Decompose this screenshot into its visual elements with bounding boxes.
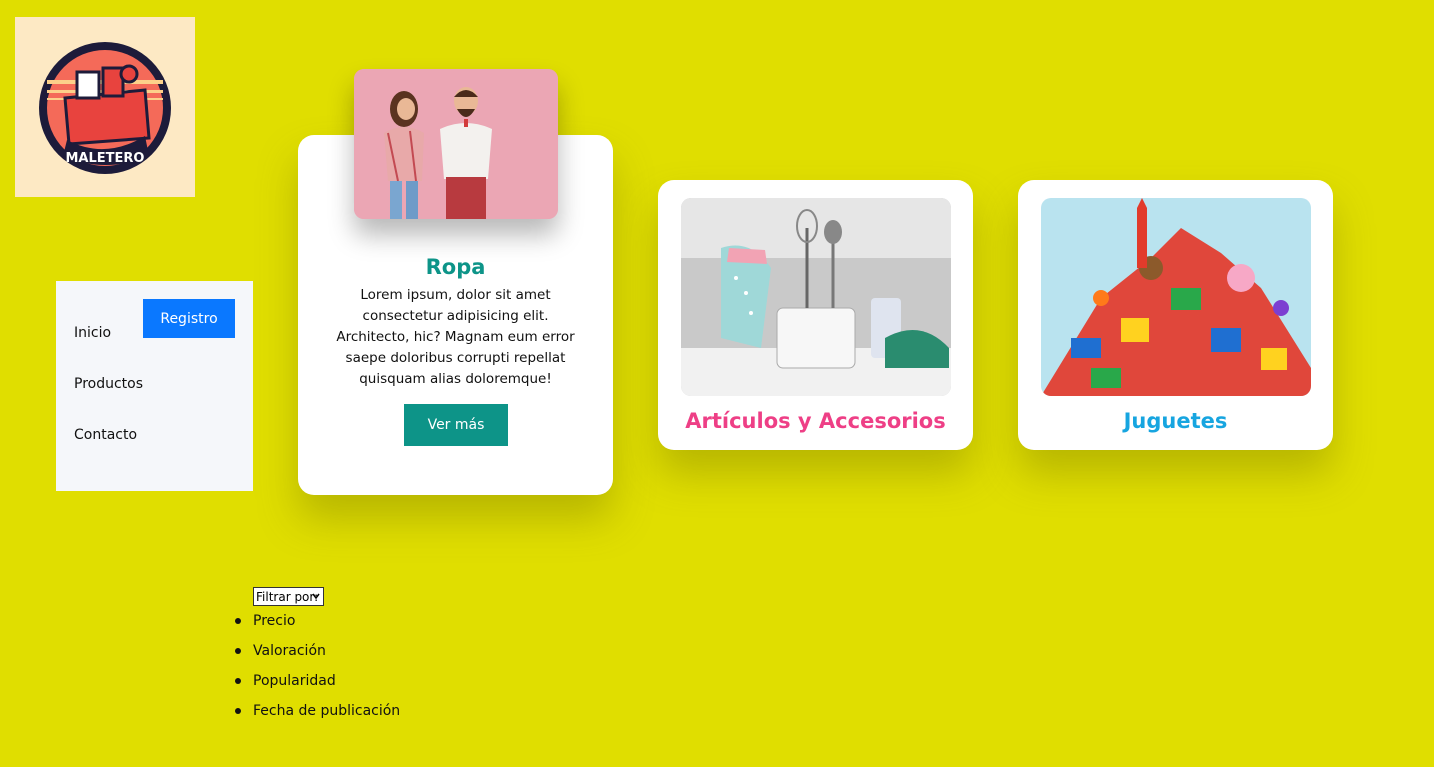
card-title-accesorios: Artículos y Accesorios bbox=[685, 409, 946, 433]
see-more-button[interactable]: Ver más bbox=[404, 404, 508, 446]
nav-link-products[interactable]: Productos bbox=[74, 376, 143, 392]
register-button[interactable]: Registro bbox=[143, 299, 235, 338]
card-juguetes[interactable]: Juguetes bbox=[1018, 180, 1333, 450]
filter-options-list: Precio Valoración Popularidad Fecha de p… bbox=[234, 611, 400, 731]
maletero-logo-icon: MALETERO bbox=[39, 42, 171, 174]
filter-option-fecha[interactable]: Fecha de publicación bbox=[234, 701, 400, 731]
filter-option-precio[interactable]: Precio bbox=[234, 611, 400, 641]
logo[interactable]: MALETERO bbox=[15, 17, 195, 197]
accesorios-photo bbox=[681, 198, 951, 396]
nav-menu: Registro Inicio Productos Contacto bbox=[56, 281, 253, 491]
logo-text: MALETERO bbox=[66, 151, 145, 166]
nav-link-contact[interactable]: Contacto bbox=[74, 427, 137, 443]
filter-option-valoracion[interactable]: Valoración bbox=[234, 641, 400, 671]
card-accesorios[interactable]: Artículos y Accesorios bbox=[658, 180, 973, 450]
juguetes-photo bbox=[1041, 198, 1311, 396]
filter-select[interactable]: Filtrar por: bbox=[253, 587, 324, 606]
filter-select-value: Filtrar por: bbox=[256, 589, 319, 604]
chevron-down-icon bbox=[312, 593, 320, 600]
card-description: Lorem ipsum, dolor sit amet consectetur … bbox=[336, 287, 575, 387]
ropa-photo bbox=[354, 69, 558, 219]
card-ropa: Ropa Lorem ipsum, dolor sit amet consect… bbox=[298, 69, 613, 495]
card-title-juguetes: Juguetes bbox=[1123, 409, 1228, 433]
nav-link-home[interactable]: Inicio bbox=[74, 325, 111, 341]
filter-option-popularidad[interactable]: Popularidad bbox=[234, 671, 400, 701]
card-title-ropa: Ropa bbox=[425, 255, 486, 279]
